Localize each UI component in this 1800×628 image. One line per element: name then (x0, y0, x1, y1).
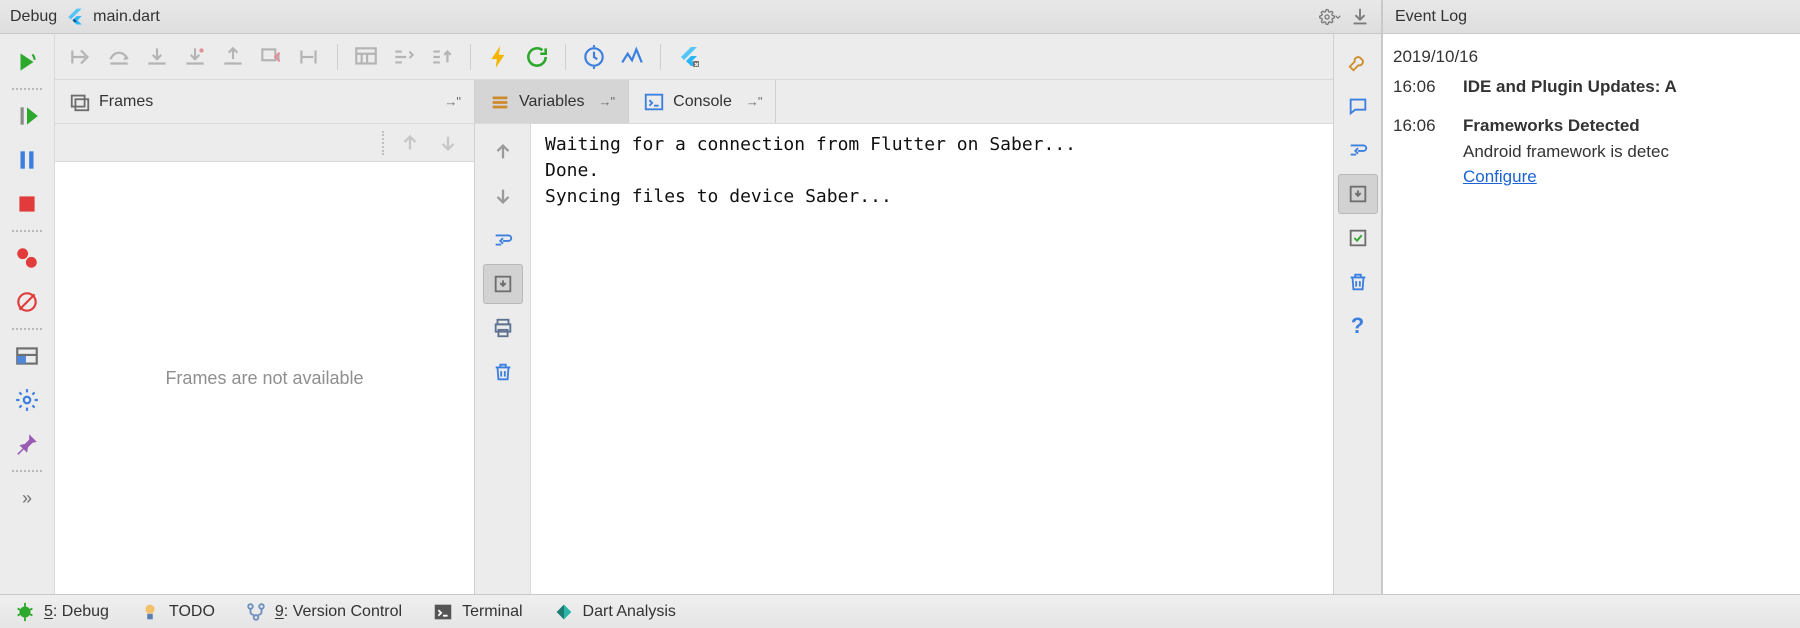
event-log-entry[interactable]: 16:06 Frameworks Detected Android framew… (1393, 113, 1790, 190)
soft-wrap-icon[interactable] (483, 220, 523, 260)
status-debug[interactable]: 5: 5: DebugDebug (14, 601, 109, 623)
status-dart-analysis[interactable]: Dart Analysis (553, 601, 676, 623)
stop-button[interactable] (7, 184, 47, 224)
pin-icon[interactable]: →" (746, 94, 762, 109)
tab-label: Variables (519, 93, 585, 111)
step-into-icon[interactable] (141, 41, 173, 73)
trace-icon[interactable] (388, 41, 420, 73)
wrap-icon[interactable] (1338, 130, 1378, 170)
show-execution-point-icon[interactable] (65, 41, 97, 73)
status-terminal[interactable]: Terminal (432, 601, 522, 623)
force-step-into-icon[interactable] (179, 41, 211, 73)
pin-icon[interactable]: →" (599, 94, 615, 109)
step-over-icon[interactable] (103, 41, 135, 73)
scroll-down-icon[interactable] (483, 176, 523, 216)
console-line: Done. (545, 160, 599, 181)
debug-toolbar (55, 34, 1333, 80)
performance-icon[interactable] (616, 41, 648, 73)
console-line: Waiting for a connection from Flutter on… (545, 134, 1076, 155)
tab-console[interactable]: Console →" (629, 80, 776, 123)
settings-button[interactable] (7, 380, 47, 420)
debug-panel: Debug main.dart (0, 0, 1382, 594)
wrench-icon[interactable] (1338, 42, 1378, 82)
more-button[interactable]: » (7, 478, 47, 518)
pause-button[interactable] (7, 140, 47, 180)
pin-button[interactable] (7, 424, 47, 464)
gear-icon[interactable] (1319, 6, 1341, 28)
download-icon[interactable] (1349, 6, 1371, 28)
open-devtools-icon[interactable] (673, 41, 705, 73)
event-log-title: Event Log (1383, 0, 1800, 34)
trace-over-icon[interactable] (426, 41, 458, 73)
event-time: 16:06 (1393, 113, 1449, 190)
check-icon[interactable] (1338, 218, 1378, 258)
debug-panel-title: Debug (10, 8, 57, 26)
clear-icon[interactable] (483, 352, 523, 392)
event-log-panel: Event Log 2019/10/16 16:06 IDE and Plugi… (1382, 0, 1800, 594)
scroll-end-icon[interactable] (1338, 174, 1378, 214)
debug-panel-header: Debug main.dart (0, 0, 1381, 34)
console-line: Syncing files to device Saber... (545, 186, 892, 207)
event-title: Frameworks Detected (1463, 116, 1640, 135)
status-version-control[interactable]: 9: Version Control (245, 601, 402, 623)
drop-frame-icon[interactable] (255, 41, 287, 73)
tab-variables[interactable]: Variables →" (475, 80, 629, 123)
debug-file-name: main.dart (93, 8, 160, 26)
right-tool-rail: ? (1333, 34, 1381, 594)
status-label: Terminal (462, 603, 522, 621)
scroll-up-icon[interactable] (483, 132, 523, 172)
status-label: Dart Analysis (583, 603, 676, 621)
event-time: 16:06 (1393, 74, 1449, 100)
event-log-entry[interactable]: 16:06 IDE and Plugin Updates: A (1393, 74, 1790, 100)
console-pane: Waiting for a connection from Flutter on… (475, 124, 1333, 594)
scroll-to-end-icon[interactable] (483, 264, 523, 304)
tab-frames[interactable]: Frames →" (55, 80, 475, 123)
chat-icon[interactable] (1338, 86, 1378, 126)
event-log-date: 2019/10/16 (1393, 44, 1790, 70)
hot-restart-icon[interactable] (521, 41, 553, 73)
console-rail (475, 124, 531, 594)
mute-breakpoints-button[interactable] (7, 282, 47, 322)
evaluate-expression-icon[interactable] (350, 41, 382, 73)
prev-frame-icon[interactable] (394, 127, 426, 159)
event-link[interactable]: Configure (1463, 167, 1537, 186)
next-frame-icon[interactable] (432, 127, 464, 159)
status-bar: 5: 5: DebugDebug TODO 9: Version Control… (0, 594, 1800, 628)
run-to-cursor-icon[interactable] (293, 41, 325, 73)
timeline-icon[interactable] (578, 41, 610, 73)
console-output[interactable]: Waiting for a connection from Flutter on… (531, 124, 1333, 594)
frames-empty-label: Frames are not available (55, 162, 474, 594)
pin-icon[interactable]: →" (444, 94, 460, 109)
hot-reload-icon[interactable] (483, 41, 515, 73)
tab-label: Console (673, 93, 732, 111)
breakpoints-button[interactable] (7, 238, 47, 278)
event-log-body: 2019/10/16 16:06 IDE and Plugin Updates:… (1383, 34, 1800, 594)
step-out-icon[interactable] (217, 41, 249, 73)
print-icon[interactable] (483, 308, 523, 348)
debug-tabs: Frames →" Variables →" Console →" (55, 80, 1333, 124)
trash-icon[interactable] (1338, 262, 1378, 302)
layout-button[interactable] (7, 336, 47, 376)
status-todo[interactable]: TODO (139, 601, 215, 623)
debug-actions-rail: » (0, 34, 55, 594)
tab-label: Frames (99, 93, 153, 111)
event-body: Android framework is detec (1463, 142, 1669, 161)
help-icon[interactable]: ? (1338, 306, 1378, 346)
resume-button[interactable] (7, 96, 47, 136)
status-label: TODO (169, 603, 215, 621)
frames-pane: Frames are not available (55, 124, 475, 594)
rerun-button[interactable] (7, 42, 47, 82)
event-title: IDE and Plugin Updates: A (1463, 77, 1677, 96)
flutter-logo-icon (65, 7, 85, 27)
